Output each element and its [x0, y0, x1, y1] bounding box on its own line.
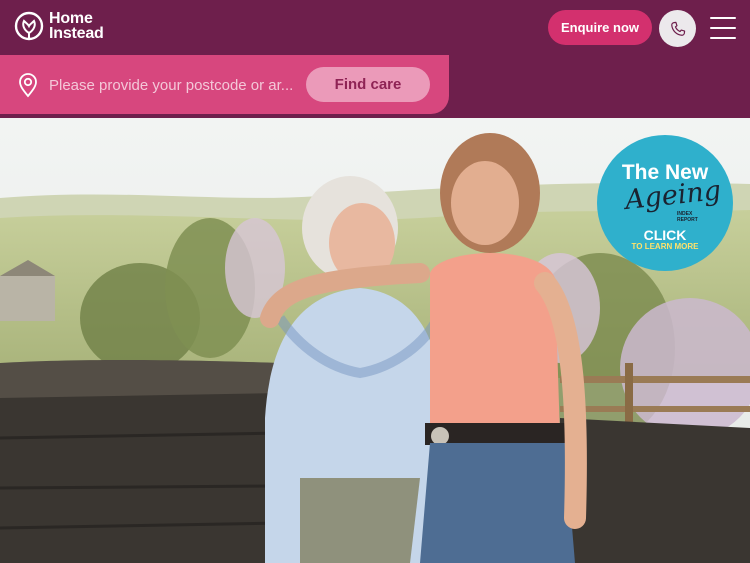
- home-instead-logo[interactable]: Home Instead: [14, 10, 104, 42]
- logo-line-2: Instead: [49, 25, 104, 42]
- menu-bar: [710, 37, 736, 39]
- postcode-search-input[interactable]: [49, 73, 299, 97]
- badge-report-label: INDEX REPORT: [677, 211, 698, 223]
- phone-button[interactable]: [659, 10, 696, 47]
- menu-bar: [710, 27, 736, 29]
- badge-click-label: CLICK: [643, 227, 687, 243]
- new-ageing-report-badge[interactable]: The New Ageing INDEX REPORT CLICK TO LEA…: [597, 135, 733, 271]
- postcode-search-bar: Find care: [0, 55, 449, 114]
- site-header: Home Instead Enquire now: [0, 0, 750, 55]
- enquire-now-button[interactable]: Enquire now: [548, 10, 652, 45]
- phone-icon: [670, 21, 685, 36]
- logo-text: Home Instead: [49, 10, 104, 42]
- logo-line-1: Home: [49, 10, 93, 27]
- search-strip: Find care: [0, 55, 750, 118]
- find-care-button[interactable]: Find care: [306, 67, 430, 102]
- menu-bar: [710, 17, 736, 19]
- location-pin-icon: [19, 73, 37, 98]
- badge-learn-more: TO LEARN MORE: [631, 242, 699, 251]
- hamburger-menu-icon[interactable]: [710, 17, 736, 39]
- logo-icon: [14, 11, 44, 41]
